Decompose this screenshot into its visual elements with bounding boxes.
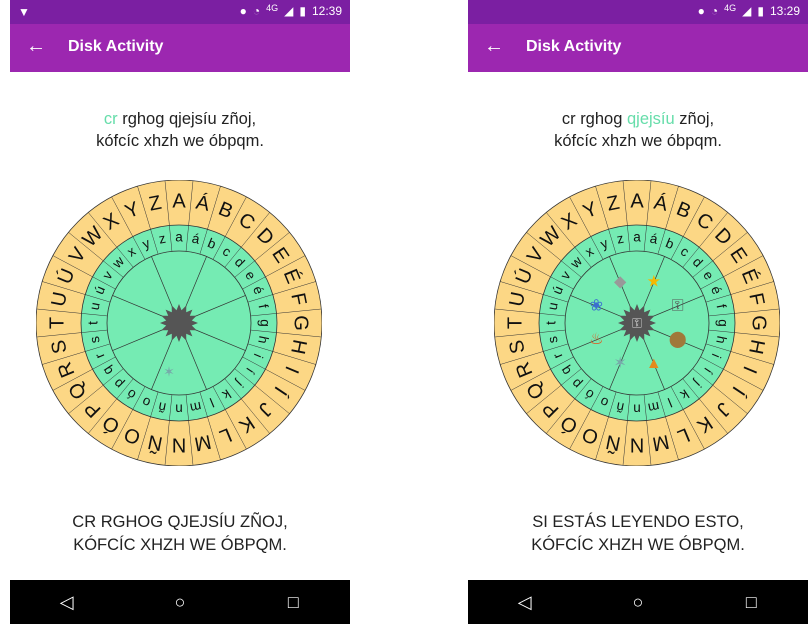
outer-letter: N [172, 434, 186, 456]
page-title: Disk Activity [68, 38, 164, 55]
phone-screen-right: ● ◔ 4G ◢ ▮ 13:29 ← Disk Activity cr rgho… [468, 0, 808, 624]
bird-icon[interactable]: ❀ [590, 297, 603, 314]
cipher-text: cr rghog qjejsíu zñoj, kófcíc xhzh we ób… [468, 108, 808, 152]
outer-letter: T [46, 317, 68, 329]
tent-icon[interactable]: ▲ [646, 355, 662, 372]
inner-letter: t [544, 321, 559, 325]
signal-icon: ◢ [742, 4, 752, 18]
cipher-line-1: cr rghog qjejsíu zñoj, [10, 108, 350, 130]
cipher-text: cr rghog qjejsíu zñoj, kófcíc xhzh we ób… [10, 108, 350, 152]
status-icons: ● ◔ 4G ◢ ▮ 12:39 [239, 3, 342, 18]
inner-letter: n [175, 401, 183, 416]
key-icon: ⚿ [632, 315, 642, 330]
app-bar: ← Disk Activity [10, 24, 350, 72]
cipher-wheel[interactable]: AaÁáBbCcDd Ee ÉéFfGgHhIiÍíJjKkLlMmNnÑñOoÓó… [36, 180, 322, 466]
arrow-left-icon[interactable]: ← [26, 35, 46, 58]
nav-home-icon[interactable]: ○ [160, 582, 200, 622]
fire-icon[interactable]: ♨ [589, 331, 603, 348]
cipher-line-1: cr rghog qjejsíu zñoj, [468, 108, 808, 130]
outer-letter: A [172, 190, 186, 212]
alarm-icon: ◔ [252, 4, 261, 18]
fish-icon[interactable]: ◆ [614, 274, 627, 291]
decoded-text: SI ESTÁS LEYENDO ESTO, KÓFCÍC XHZH WE ÓB… [468, 511, 808, 557]
outer-letter: G [290, 315, 312, 331]
wheel-hub-icon[interactable] [160, 304, 198, 342]
cipher-segment[interactable]: zñoj, [675, 110, 714, 128]
battery-icon: ▮ [299, 4, 306, 18]
network-type: 4G [266, 3, 279, 13]
location-icon: ● [697, 4, 705, 18]
cipher-word-highlighted[interactable]: cr [104, 110, 118, 128]
navigation-bar: ◁ ○ □ [468, 580, 808, 624]
alarm-icon: ◔ [710, 4, 719, 18]
cipher-line-2[interactable]: kófcíc xhzh we óbpqm. [468, 130, 808, 152]
location-icon: ● [239, 4, 247, 18]
phone-screen-left: ▼ ● ◔ 4G ◢ ▮ 12:39 ← Disk Activity cr rg… [10, 0, 350, 624]
outer-letter: N [630, 434, 644, 456]
star-icon[interactable]: ★ [647, 274, 661, 291]
inner-letter: n [633, 401, 641, 416]
decoded-line-2: KÓFCÍC XHZH WE ÓBPQM. [73, 536, 287, 554]
nut-icon[interactable]: ⬤ [669, 331, 687, 348]
cipher-wheel[interactable]: AaÁáBbCcDd Ee ÉéFfGgHhIiÍíJjKkLlMmNnÑñOoÓó… [494, 180, 780, 466]
inner-letter: a [633, 230, 641, 245]
decoded-line-1: SI ESTÁS LEYENDO ESTO, [532, 513, 744, 531]
page-title: Disk Activity [526, 38, 622, 55]
signal-icon: ◢ [284, 4, 294, 18]
inner-letter: g [715, 319, 730, 327]
nav-recents-icon[interactable]: □ [731, 582, 771, 622]
inner-letter: a [175, 230, 183, 245]
inner-letter: t [86, 321, 101, 325]
cipher-line-2[interactable]: kófcíc xhzh we óbpqm. [10, 130, 350, 152]
arrow-left-icon[interactable]: ← [484, 35, 504, 58]
navigation-bar: ◁ ○ □ [10, 580, 350, 624]
status-bar: ● ◔ 4G ◢ ▮ 13:29 [468, 0, 808, 24]
battery-icon: ▮ [757, 4, 764, 18]
notification-icon: ▼ [18, 5, 30, 19]
outer-letter: T [504, 317, 526, 329]
decoded-line-2: KÓFCÍC XHZH WE ÓBPQM. [531, 536, 745, 554]
decoded-line-1: CR RGHOG QJEJSÍU ZÑOJ, [72, 513, 288, 531]
moth-icon[interactable]: ✶ [613, 355, 626, 372]
cipher-segment[interactable]: rghog qjejsíu zñoj, [118, 110, 256, 128]
moth-icon[interactable]: ✶ [163, 364, 175, 380]
decoded-text: CR RGHOG QJEJSÍU ZÑOJ, KÓFCÍC XHZH WE ÓB… [10, 511, 350, 557]
app-bar: ← Disk Activity [468, 24, 808, 72]
key-icon[interactable]: ⚿ [672, 297, 684, 314]
outer-letter: A [630, 190, 644, 212]
nav-back-icon[interactable]: ◁ [505, 582, 545, 622]
outer-letter: G [748, 315, 770, 331]
status-time: 12:39 [311, 4, 342, 18]
nav-back-icon[interactable]: ◁ [47, 582, 87, 622]
status-time: 13:29 [769, 4, 800, 18]
status-bar: ▼ ● ◔ 4G ◢ ▮ 12:39 [10, 0, 350, 24]
inner-letter: g [257, 319, 272, 327]
cipher-segment[interactable]: cr rghog [562, 110, 627, 128]
cipher-word-highlighted[interactable]: qjejsíu [627, 110, 675, 128]
network-type: 4G [724, 3, 737, 13]
nav-recents-icon[interactable]: □ [273, 582, 313, 622]
nav-home-icon[interactable]: ○ [618, 582, 658, 622]
status-icons: ● ◔ 4G ◢ ▮ 13:29 [697, 3, 800, 18]
